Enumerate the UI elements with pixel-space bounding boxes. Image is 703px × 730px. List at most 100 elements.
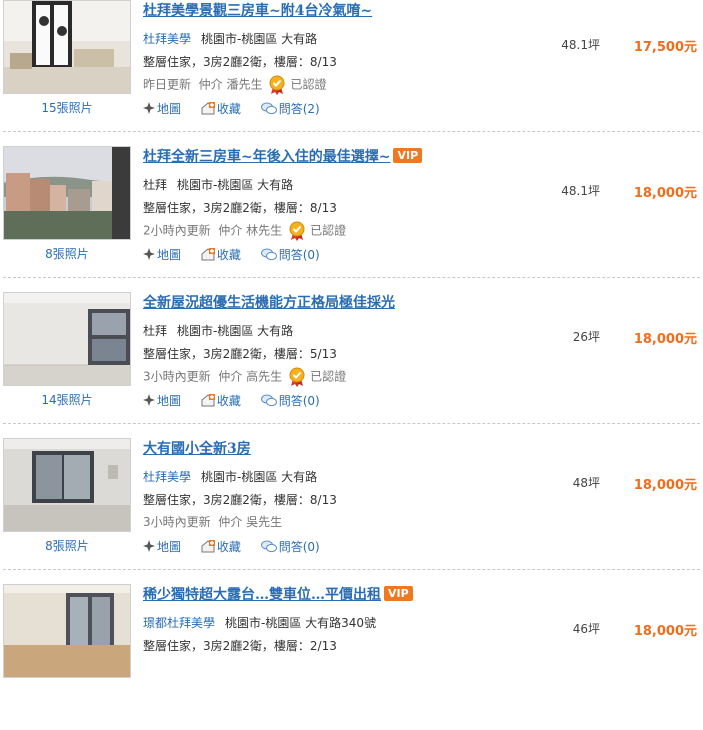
- photo-count-link[interactable]: 8張照片: [3, 537, 131, 554]
- update-time: 2小時內更新: [143, 223, 211, 238]
- map-link[interactable]: 地圖: [143, 100, 181, 117]
- listing-card: 8張照片 大有國小全新3房 杜拜美學 桃園市-桃園區 大有路 整層住家，3房2廳2…: [0, 438, 703, 584]
- balcony-room-photo: [4, 585, 130, 677]
- listing-detail: 整層住家，3房2廳2衛，樓層：5/13: [143, 347, 337, 361]
- floor-area: 26坪: [572, 330, 600, 344]
- qa-link[interactable]: 問答(0): [260, 538, 320, 556]
- chat-bubbles-icon: [260, 394, 277, 410]
- qa-label[interactable]: 問答(0): [279, 394, 320, 408]
- qa-label[interactable]: 問答(0): [279, 248, 320, 262]
- divider: [3, 423, 700, 424]
- verified-label: 已認證: [290, 77, 327, 92]
- listing-detail: 整層住家，3房2廳2衛，樓層：8/13: [143, 55, 337, 69]
- listing-card: 稀少獨特超大露台…雙車位…平價出租 VIP 璟都杜拜美學 桃園市-桃園區 大有路34…: [0, 584, 703, 730]
- divider: [3, 569, 700, 570]
- listing-title-link[interactable]: 杜拜美學景觀三房車~附4台冷氣唷~: [143, 0, 372, 20]
- floor-area: 48.1坪: [561, 38, 600, 52]
- city-view-photo: [4, 147, 130, 239]
- listing-detail: 整層住家，3房2廳2衛，樓層：8/13: [143, 493, 337, 507]
- update-time: 昨日更新: [143, 77, 192, 92]
- agent-name: 仲介 潘先生: [198, 77, 263, 92]
- listing-card: 8張照片 杜拜全新三房車~年後入住的最佳選擇~ VIP 杜拜 桃園市-桃園區 大有路…: [0, 146, 703, 292]
- listing-card: 15張照片 杜拜美學景觀三房車~附4台冷氣唷~ 杜拜美學 桃園市-桃園區 大有路 …: [0, 0, 703, 146]
- listing-card: 14張照片 全新屋況超優生活機能方正格局極佳採光 杜拜 桃園市-桃園區 大有路 整…: [0, 292, 703, 438]
- favorite-label[interactable]: 收藏: [217, 394, 241, 408]
- qa-link[interactable]: 問答(2): [260, 100, 320, 118]
- map-label[interactable]: 地圖: [157, 394, 181, 408]
- chat-bubbles-icon: [260, 540, 277, 556]
- add-favorite-icon: [201, 101, 215, 118]
- agent-name: 仲介 吳先生: [218, 515, 283, 529]
- rent-price: 18,000元: [633, 624, 697, 639]
- agency-link[interactable]: 璟都杜拜美學: [143, 616, 215, 630]
- address-text: 桃園市-桃園區 大有路340號: [225, 616, 377, 630]
- listing-detail: 整層住家，3房2廳2衛，樓層：8/13: [143, 201, 337, 215]
- qa-link[interactable]: 問答(0): [260, 246, 320, 264]
- verified-label: 已認證: [310, 223, 347, 238]
- map-link[interactable]: 地圖: [143, 392, 181, 409]
- map-link[interactable]: 地圖: [143, 246, 181, 263]
- photo-count-link[interactable]: 8張照片: [3, 245, 131, 262]
- qa-label[interactable]: 問答(0): [279, 540, 320, 554]
- rent-price: 18,000元: [633, 478, 697, 493]
- listing-title-text[interactable]: 杜拜全新三房車~年後入住的最佳選擇~: [143, 149, 390, 165]
- listing-title-link[interactable]: 大有國小全新3房: [143, 438, 251, 458]
- divider: [3, 131, 700, 132]
- agency-link[interactable]: 杜拜美學: [143, 470, 191, 484]
- map-label[interactable]: 地圖: [157, 248, 181, 262]
- listing-photo[interactable]: [3, 146, 131, 240]
- listing-title-text[interactable]: 稀少獨特超大露台…雙車位…平價出租: [143, 587, 381, 603]
- verified-medal-icon: [268, 75, 286, 95]
- map-pin-icon: [143, 248, 155, 263]
- update-time: 3小時內更新: [143, 369, 211, 384]
- qa-label[interactable]: 問答(2): [279, 102, 320, 116]
- agent-name: 仲介 林先生: [218, 223, 283, 238]
- verified-medal-icon: [288, 221, 306, 241]
- listing-title-link[interactable]: 稀少獨特超大露台…雙車位…平價出租 VIP: [143, 584, 413, 604]
- add-favorite-icon: [201, 539, 215, 556]
- listing-title-link[interactable]: 杜拜全新三房車~年後入住的最佳選擇~ VIP: [143, 146, 423, 166]
- map-label[interactable]: 地圖: [157, 102, 181, 116]
- listing-photo[interactable]: [3, 0, 131, 94]
- floor-area: 48坪: [572, 476, 600, 490]
- listing-title-text[interactable]: 杜拜美學景觀三房車~附4台冷氣唷~: [143, 3, 372, 19]
- favorite-link[interactable]: 收藏: [201, 392, 241, 410]
- photo-count-link[interactable]: 14張照片: [3, 391, 131, 408]
- agency-link[interactable]: 杜拜: [143, 324, 167, 338]
- map-link[interactable]: 地圖: [143, 538, 181, 555]
- room-window-photo: [4, 439, 130, 531]
- address-text: 桃園市-桃園區 大有路: [177, 324, 294, 338]
- favorite-link[interactable]: 收藏: [201, 538, 241, 556]
- empty-room-photo: [4, 293, 130, 385]
- address-text: 桃園市-桃園區 大有路: [177, 178, 294, 192]
- listing-photo[interactable]: [3, 584, 131, 678]
- listing-title-text[interactable]: 全新屋況超優生活機能方正格局極佳採光: [143, 295, 395, 311]
- favorite-label[interactable]: 收藏: [217, 102, 241, 116]
- agency-link[interactable]: 杜拜美學: [143, 32, 191, 46]
- listing-title-link[interactable]: 全新屋況超優生活機能方正格局極佳採光: [143, 292, 395, 312]
- photo-count-link[interactable]: 15張照片: [3, 99, 131, 116]
- living-room-photo: [4, 1, 130, 93]
- chat-bubbles-icon: [260, 248, 277, 264]
- address-text: 桃園市-桃園區 大有路: [201, 470, 318, 484]
- rent-price: 18,000元: [633, 332, 697, 347]
- agency-link[interactable]: 杜拜: [143, 178, 167, 192]
- favorite-link[interactable]: 收藏: [201, 246, 241, 264]
- map-label[interactable]: 地圖: [157, 540, 181, 554]
- qa-link[interactable]: 問答(0): [260, 392, 320, 410]
- update-time: 3小時內更新: [143, 515, 211, 529]
- listing-photo[interactable]: [3, 438, 131, 532]
- address-text: 桃園市-桃園區 大有路: [201, 32, 318, 46]
- favorite-label[interactable]: 收藏: [217, 540, 241, 554]
- agent-name: 仲介 高先生: [218, 369, 283, 384]
- floor-area: 48.1坪: [561, 184, 600, 198]
- listing-title-text[interactable]: 大有國小全新3房: [143, 441, 251, 457]
- favorite-link[interactable]: 收藏: [201, 100, 241, 118]
- vip-badge: VIP: [393, 148, 423, 163]
- add-favorite-icon: [201, 393, 215, 410]
- map-pin-icon: [143, 102, 155, 117]
- verified-label: 已認證: [310, 369, 347, 384]
- add-favorite-icon: [201, 247, 215, 264]
- listing-photo[interactable]: [3, 292, 131, 386]
- favorite-label[interactable]: 收藏: [217, 248, 241, 262]
